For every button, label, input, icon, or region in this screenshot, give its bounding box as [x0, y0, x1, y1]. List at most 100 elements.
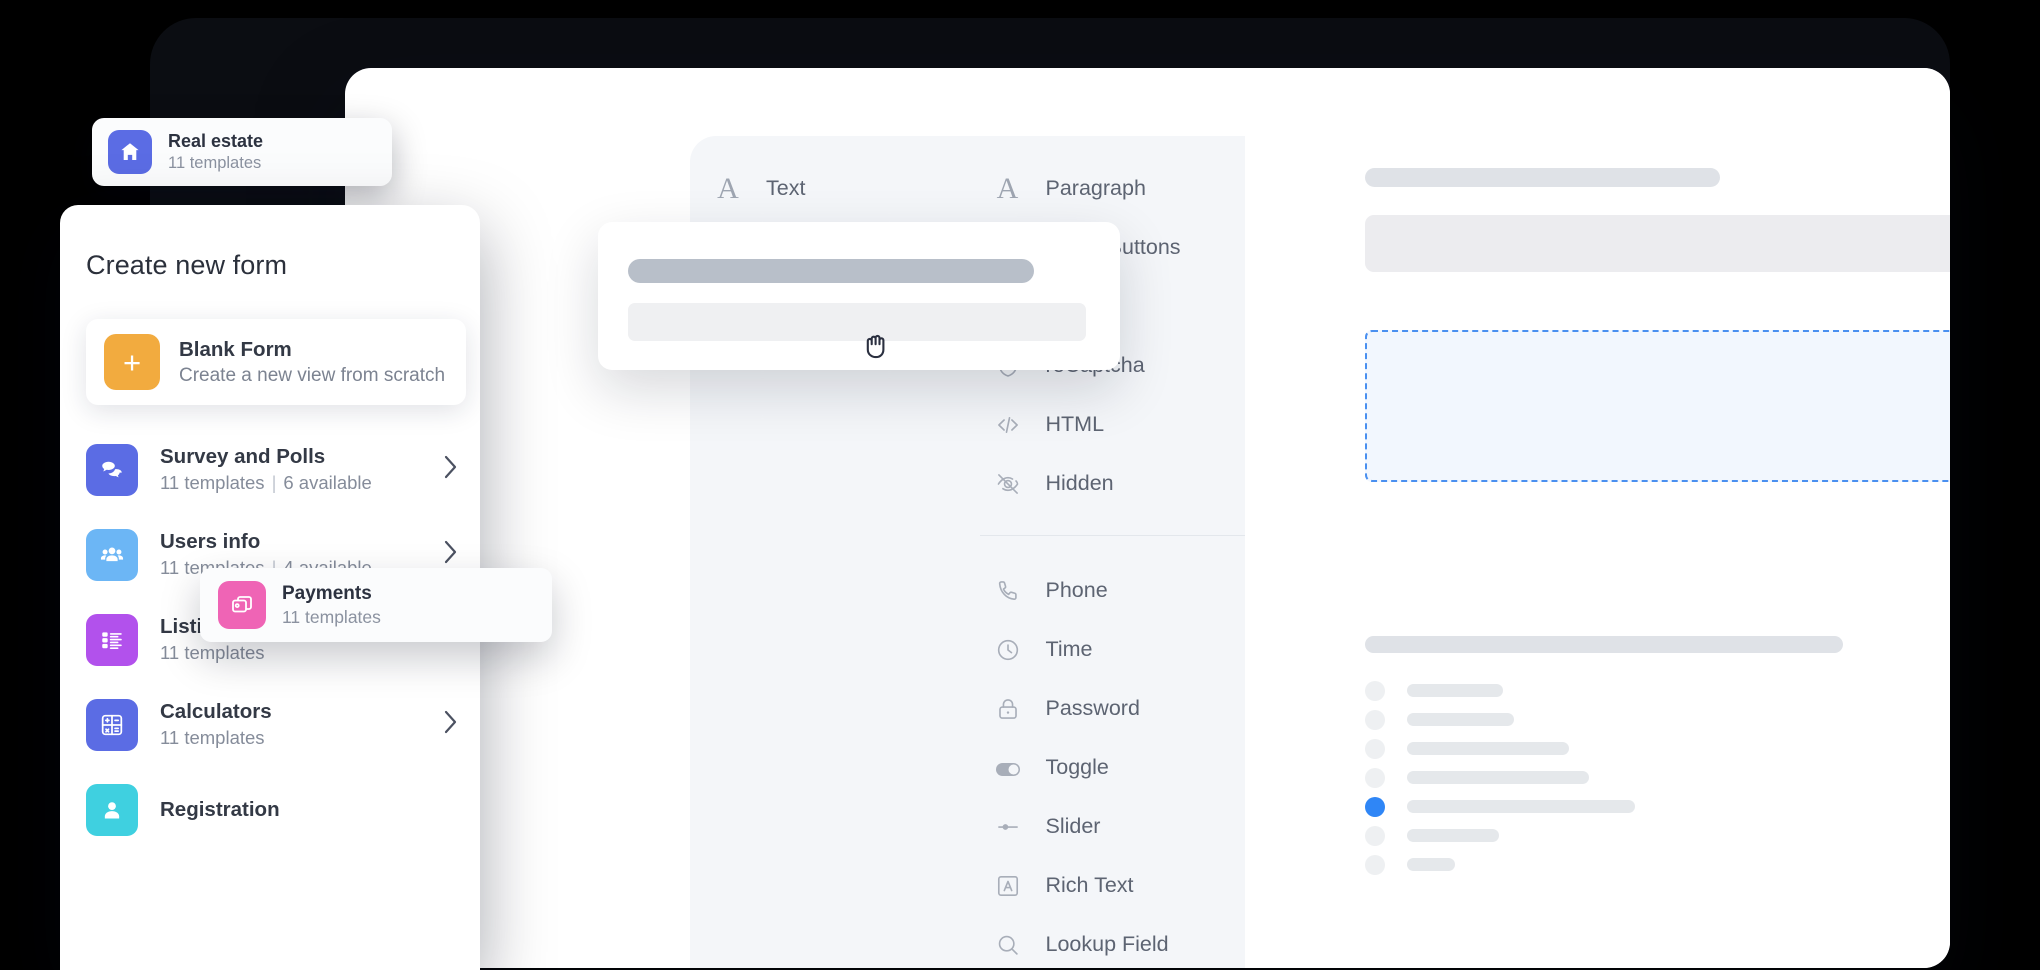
app-window: ATextCheckboxDropdown AParagraphRadio Bu… [345, 68, 1950, 968]
category-title: Registration [160, 797, 280, 821]
category-subtitle: 11 templates [160, 642, 265, 663]
form-text-input-placeholder[interactable] [1365, 215, 1950, 272]
field-type-label: Hidden [1045, 471, 1114, 495]
radio-unselected-icon[interactable] [1365, 680, 1385, 701]
radio-option-row[interactable] [1365, 705, 1635, 734]
real-estate-template-chip[interactable]: Real estate 11 templates [92, 118, 392, 186]
category-title: Survey and Polls [160, 445, 326, 468]
form-canvas[interactable] [1245, 68, 1950, 968]
field-type-item[interactable]: Rich Text [968, 856, 1246, 915]
chip-subtitle: 11 templates [282, 606, 381, 627]
list-icon [86, 613, 138, 666]
form-field-label-placeholder [1365, 168, 1720, 187]
field-type-label: Time [1045, 637, 1093, 661]
lock-icon [990, 696, 1026, 722]
radio-unselected-icon[interactable] [1365, 825, 1385, 846]
drop-zone[interactable] [1365, 330, 1950, 482]
chevron-right-icon[interactable] [443, 709, 458, 740]
radio-option-label-placeholder [1407, 829, 1499, 842]
users-icon [86, 528, 138, 581]
field-type-label: HTML [1045, 412, 1105, 436]
payments-template-chip[interactable]: Payments 11 templates [200, 568, 552, 642]
field-type-item[interactable]: HTML [968, 395, 1246, 454]
chat-bubbles-icon [86, 443, 138, 496]
field-type-item[interactable]: A Paragraph [968, 159, 1246, 218]
radio-option-row[interactable] [1365, 734, 1635, 763]
field-type-label: Slider [1045, 814, 1101, 838]
rich-text-icon [990, 873, 1026, 899]
radio-selected-icon[interactable] [1365, 796, 1385, 817]
dragged-field-card[interactable] [598, 222, 1120, 370]
radio-option-label-placeholder [1407, 713, 1514, 726]
radio-option-row[interactable] [1365, 763, 1635, 792]
eye-off-icon [990, 471, 1026, 497]
radio-option-row[interactable] [1365, 792, 1635, 821]
template-category-row[interactable]: Calculators 11 templates [60, 682, 480, 767]
field-type-item[interactable]: Password [968, 679, 1246, 738]
radio-option-label-placeholder [1407, 858, 1455, 871]
field-type-label: Password [1045, 696, 1140, 720]
radio-unselected-icon[interactable] [1365, 709, 1385, 730]
chip-title: Payments [282, 582, 372, 604]
form-question-label-placeholder [1365, 636, 1843, 653]
field-type-item[interactable]: Phone [968, 561, 1246, 620]
blank-form-subtitle: Create a new view from scratch [179, 364, 446, 386]
credit-card-icon [218, 581, 266, 629]
category-texts: Calculators 11 templates [160, 700, 272, 749]
radio-option-label-placeholder [1407, 684, 1503, 697]
field-type-label: Text [766, 176, 806, 200]
toggle-icon [990, 754, 1026, 782]
template-category-row[interactable]: Registration [60, 767, 480, 852]
dragged-card-input-placeholder [628, 303, 1086, 341]
calculator-icon [86, 698, 138, 751]
field-type-item[interactable]: Hidden [968, 454, 1246, 513]
chevron-right-icon[interactable] [443, 454, 458, 485]
field-type-label: Phone [1045, 578, 1108, 602]
registration-icon [86, 783, 138, 836]
blank-form-card[interactable]: + Blank Form Create a new view from scra… [86, 319, 466, 405]
plus-icon: + [104, 334, 160, 390]
screenshot-root: ATextCheckboxDropdown AParagraphRadio Bu… [0, 0, 2040, 970]
search-icon [990, 932, 1026, 958]
home-icon [108, 130, 152, 174]
category-texts: Registration [160, 798, 280, 822]
radio-options-list[interactable] [1365, 676, 1635, 879]
grab-hand-cursor [860, 328, 896, 364]
field-list-gap [968, 513, 1246, 561]
radio-unselected-icon[interactable] [1365, 854, 1385, 875]
category-subtitle: 11 templates | 6 available [160, 472, 372, 493]
field-type-item[interactable]: Time [968, 620, 1246, 679]
blank-form-title: Blank Form [179, 337, 292, 361]
clock-icon [990, 637, 1026, 663]
phone-icon [990, 578, 1026, 604]
field-type-label: Rich Text [1045, 873, 1134, 897]
radio-option-row[interactable] [1365, 850, 1635, 879]
radio-option-label-placeholder [1407, 800, 1635, 813]
chevron-right-icon[interactable] [443, 539, 458, 570]
category-title: Calculators [160, 700, 272, 723]
category-title: Users info [160, 530, 261, 553]
slider-icon [990, 814, 1026, 840]
radio-unselected-icon[interactable] [1365, 767, 1385, 788]
category-texts: Survey and Polls 11 templates | 6 available [160, 445, 372, 494]
field-type-item[interactable]: Lookup Field [968, 915, 1246, 968]
serif-a-icon: A [717, 171, 739, 205]
field-type-item[interactable]: A Text [690, 159, 968, 218]
chip-title: Real estate [168, 131, 264, 152]
serif-a-icon: A [996, 171, 1019, 205]
code-icon [990, 412, 1026, 438]
field-type-label: Lookup Field [1045, 932, 1169, 956]
category-subtitle: 11 templates [160, 727, 265, 748]
radio-option-label-placeholder [1407, 742, 1569, 755]
radio-option-label-placeholder [1407, 771, 1589, 784]
chip-subtitle: 11 templates [168, 153, 262, 172]
field-type-label: Toggle [1045, 755, 1109, 779]
field-type-label: Paragraph [1045, 176, 1146, 200]
template-category-row[interactable]: Survey and Polls 11 templates | 6 available [60, 427, 480, 512]
field-type-item[interactable]: Toggle [968, 738, 1246, 797]
radio-unselected-icon[interactable] [1365, 738, 1385, 759]
field-type-item[interactable]: Slider [968, 797, 1246, 856]
page-title: Create new form [86, 250, 288, 280]
radio-option-row[interactable] [1365, 821, 1635, 850]
radio-option-row[interactable] [1365, 676, 1635, 705]
